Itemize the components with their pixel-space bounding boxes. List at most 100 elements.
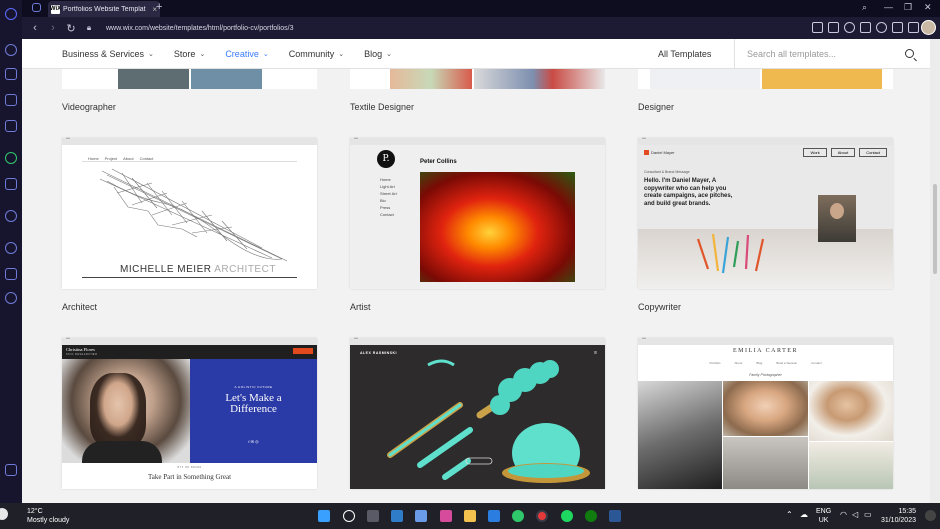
reload-icon[interactable]: ↻ (62, 22, 80, 35)
preview-menu-item: Street Art (380, 191, 397, 196)
new-tab-icon[interactable]: + (156, 1, 162, 13)
template-thumb-textile-designer[interactable] (350, 69, 605, 89)
christina-headline: Let's Make a Difference (225, 392, 282, 415)
chat-icon[interactable] (5, 178, 17, 190)
app-icon[interactable] (391, 510, 403, 522)
messenger-icon[interactable] (5, 94, 17, 106)
preview-menu-item: Book a Session (776, 361, 798, 365)
template-card-architect[interactable]: Home Project About Contact MICHELLE MEIE… (62, 136, 317, 289)
task-view-icon[interactable] (367, 510, 379, 522)
preview-menu-item: Contact (811, 361, 822, 365)
volume-icon[interactable]: ◁ (852, 510, 858, 519)
opera-taskbar-icon[interactable] (536, 510, 548, 522)
page-scrollbar[interactable] (930, 39, 940, 503)
speed-dial-icon[interactable] (5, 44, 17, 56)
profile-avatar[interactable] (921, 20, 936, 35)
christina-kicker: A HOLISTIC FUTURE (234, 385, 273, 389)
shopping-icon[interactable] (5, 68, 17, 80)
language-code: ENG (816, 508, 832, 515)
template-card-copywriter[interactable]: Daniel Mayer Work About Contact Consulta… (638, 136, 893, 289)
chevron-down-icon: ⌄ (199, 50, 206, 58)
scrollbar-thumb[interactable] (933, 184, 937, 274)
template-label[interactable]: Videographer (62, 102, 116, 112)
template-label[interactable]: Textile Designer (350, 102, 414, 112)
template-thumb-videographer[interactable] (62, 69, 317, 89)
artist-menu: Home Light Art Street Art Bio Press Cont… (380, 176, 397, 218)
wifi-icon[interactable]: ◠ (840, 510, 847, 519)
region-code: UK (818, 517, 829, 524)
downloads-icon[interactable] (892, 22, 903, 33)
xbox-icon[interactable] (585, 510, 597, 522)
search-icon[interactable] (905, 49, 914, 58)
copywriter-menu: Work About Contact (803, 148, 887, 157)
url-field[interactable]: www.wix.com/website/templates/html/portf… (106, 25, 294, 32)
nav-community[interactable]: Community ⌄ (289, 49, 344, 59)
instagram-icon[interactable] (5, 120, 17, 132)
heart-icon[interactable] (876, 22, 887, 33)
whatsapp-taskbar-icon[interactable] (512, 510, 524, 522)
app-icon[interactable] (415, 510, 427, 522)
search-tabs-icon[interactable]: ⌕ (862, 2, 867, 13)
file-explorer-icon[interactable] (464, 510, 476, 522)
christina-hero-panel: A HOLISTIC FUTURE Let's Make a Differenc… (190, 359, 317, 463)
whatsapp-icon[interactable] (5, 152, 17, 164)
template-label[interactable]: Architect (62, 302, 97, 312)
close-window-icon[interactable]: ✕ (924, 2, 932, 13)
nav-store[interactable]: Store ⌄ (174, 49, 205, 59)
template-card-christina-flores[interactable]: Christina Flores SKIN RESEARCHER A HOLIS… (62, 336, 317, 489)
all-templates-link[interactable]: All Templates (658, 49, 711, 59)
template-card-emilia-carter[interactable]: EMILIA CARTER Portfolio About Blog Book … (638, 336, 893, 489)
wix-favicon-icon: WiX (49, 4, 62, 14)
search-taskbar-icon[interactable] (343, 510, 355, 522)
template-label[interactable]: Copywriter (638, 302, 681, 312)
mail-icon[interactable] (488, 510, 500, 522)
nav-blog[interactable]: Blog ⌄ (364, 49, 392, 59)
preview-footer: 877 90 89400 Take Part in Something Grea… (62, 463, 317, 489)
tab-active[interactable]: WiX Portfolios Website Templat × (48, 1, 160, 17)
forward-icon[interactable]: › (44, 22, 62, 34)
artist-name: Peter Collins (420, 159, 457, 165)
restore-icon[interactable]: ❐ (904, 2, 912, 13)
nav-creative[interactable]: Creative ⌄ (225, 49, 268, 59)
template-label[interactable]: Artist (350, 302, 371, 312)
brand-suffix: ARCHITECT (214, 264, 276, 275)
tab-workspace-icon[interactable] (32, 3, 41, 12)
christina-phone: 877 90 89400 (177, 465, 202, 469)
nav-business-services[interactable]: Business & Services ⌄ (62, 49, 154, 59)
template-label[interactable]: Designer (638, 102, 674, 112)
template-card-artist[interactable]: P. Home Light Art Street Art Bio Press C… (350, 136, 605, 289)
copywriter-site-name: Daniel Mayer (651, 150, 675, 155)
language-indicator[interactable]: ENG UK (816, 507, 831, 525)
template-card-alex-rasminski[interactable]: ALEX RASMINSKI ≡ (350, 336, 605, 489)
preview-header (62, 345, 317, 359)
tray-chevron-icon[interactable]: ⌃ (786, 510, 793, 519)
clock-date: 31/10/2023 (880, 517, 916, 524)
preview-menu-item: Home (380, 177, 391, 182)
cloud-icon[interactable]: ☁ (800, 510, 808, 519)
battery-icon[interactable]: ▭ (864, 510, 872, 519)
weather-widget[interactable]: 12°C Mostly cloudy (27, 507, 69, 525)
wallet-icon[interactable] (5, 464, 17, 476)
easy-setup-icon[interactable] (908, 22, 919, 33)
notification-icon[interactable] (925, 510, 936, 521)
card-window-dots (62, 136, 317, 145)
back-icon[interactable]: ‹ (26, 22, 44, 34)
history-icon[interactable] (5, 242, 17, 254)
vpn-icon[interactable] (844, 22, 855, 33)
send-icon[interactable] (860, 22, 871, 33)
extensions-icon[interactable] (5, 268, 17, 280)
start-icon[interactable] (318, 510, 330, 522)
clock[interactable]: 15:35 31/10/2023 (881, 507, 916, 525)
share-icon[interactable] (812, 22, 823, 33)
app-icon[interactable] (440, 510, 452, 522)
spotify-icon[interactable] (561, 510, 573, 522)
word-icon[interactable] (609, 510, 621, 522)
minimize-icon[interactable]: — (884, 2, 893, 12)
template-thumb-designer[interactable] (638, 69, 893, 89)
player-icon[interactable] (5, 210, 17, 222)
opera-logo-icon[interactable] (5, 8, 17, 20)
camera-icon[interactable] (828, 22, 839, 33)
weather-icon[interactable] (0, 508, 8, 520)
template-search-input[interactable]: Search all templates... (734, 39, 930, 69)
settings-icon[interactable] (5, 292, 17, 304)
